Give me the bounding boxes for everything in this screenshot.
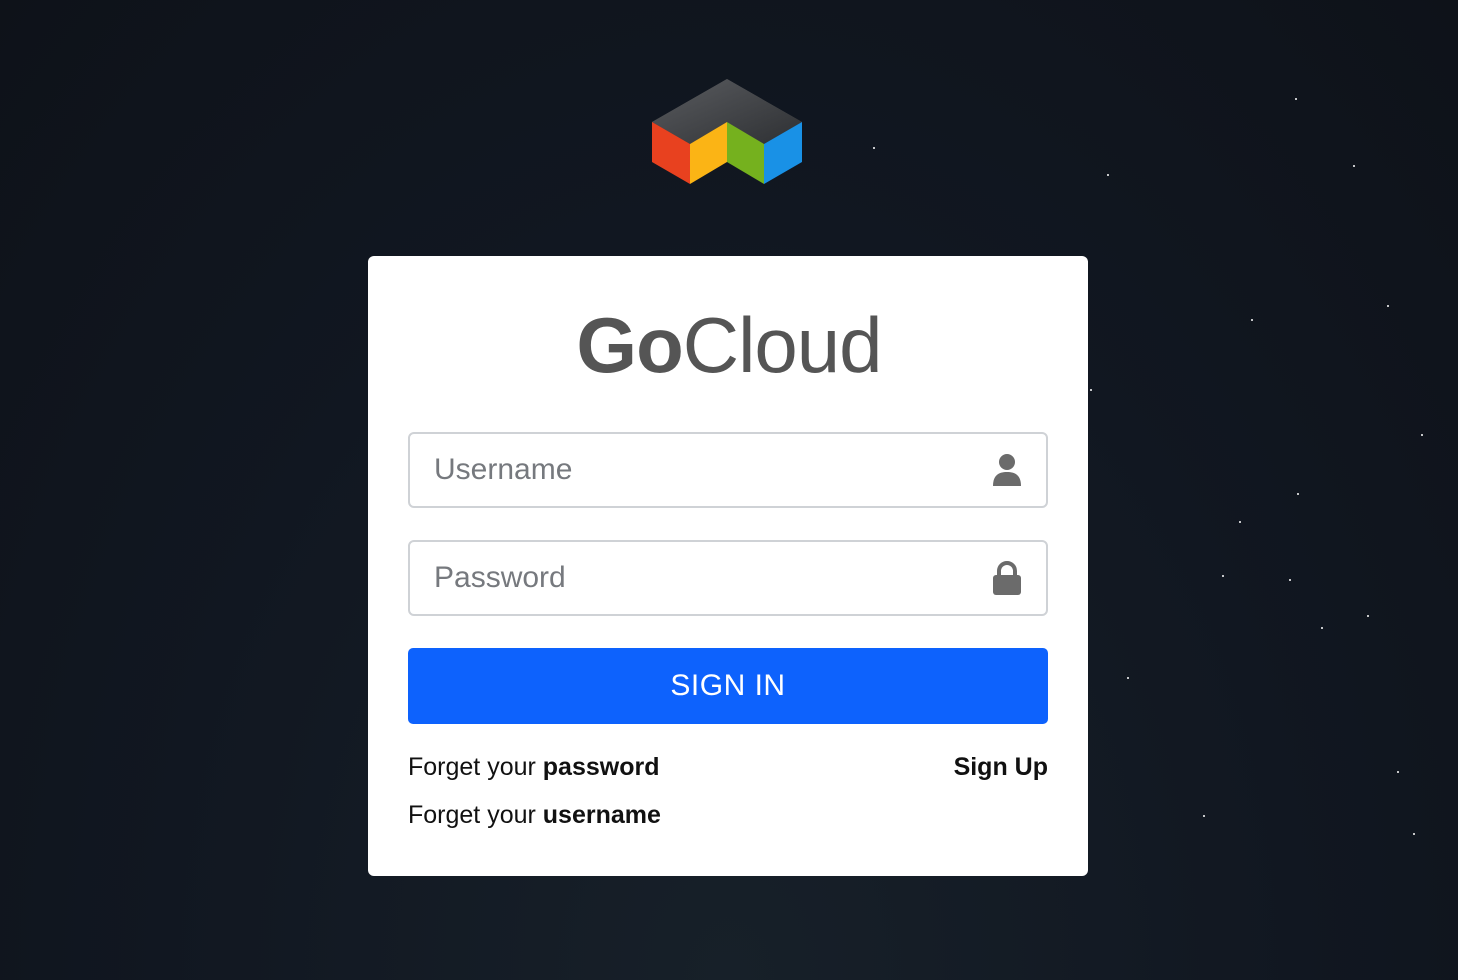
star — [873, 147, 875, 149]
brand-title-light: Cloud — [682, 301, 883, 389]
forgot-username-link[interactable]: Forget your username — [408, 800, 661, 830]
lock-icon — [993, 561, 1021, 595]
star — [1239, 521, 1241, 523]
star — [1107, 174, 1109, 176]
star — [1397, 771, 1399, 773]
star — [1421, 434, 1423, 436]
sign-up-label: Sign Up — [953, 753, 1048, 781]
username-field — [408, 432, 1048, 508]
username-input[interactable] — [410, 434, 1046, 506]
password-field — [408, 540, 1048, 616]
star — [1353, 165, 1355, 167]
password-input[interactable] — [410, 542, 1046, 614]
brand-title: GoCloud — [0, 300, 1458, 390]
star — [1321, 627, 1323, 629]
star — [1367, 615, 1369, 617]
forgot-password-prefix: Forget your — [408, 753, 543, 781]
forgot-password-link[interactable]: Forget your password — [408, 752, 659, 782]
star — [1127, 677, 1129, 679]
star — [1297, 493, 1299, 495]
forgot-password-bold: password — [542, 753, 660, 781]
star — [1289, 579, 1291, 581]
sign-in-button[interactable]: SIGN IN — [408, 648, 1048, 724]
brand-title-bold: Go — [576, 301, 683, 389]
forgot-username-prefix: Forget your — [408, 801, 543, 829]
user-icon — [993, 454, 1021, 486]
sign-up-link[interactable]: Sign Up — [954, 752, 1048, 782]
star — [1222, 575, 1224, 577]
forgot-username-bold: username — [542, 801, 661, 829]
cube-logo-icon — [652, 79, 802, 184]
star — [1413, 833, 1415, 835]
star — [1295, 98, 1297, 100]
star — [1203, 815, 1205, 817]
